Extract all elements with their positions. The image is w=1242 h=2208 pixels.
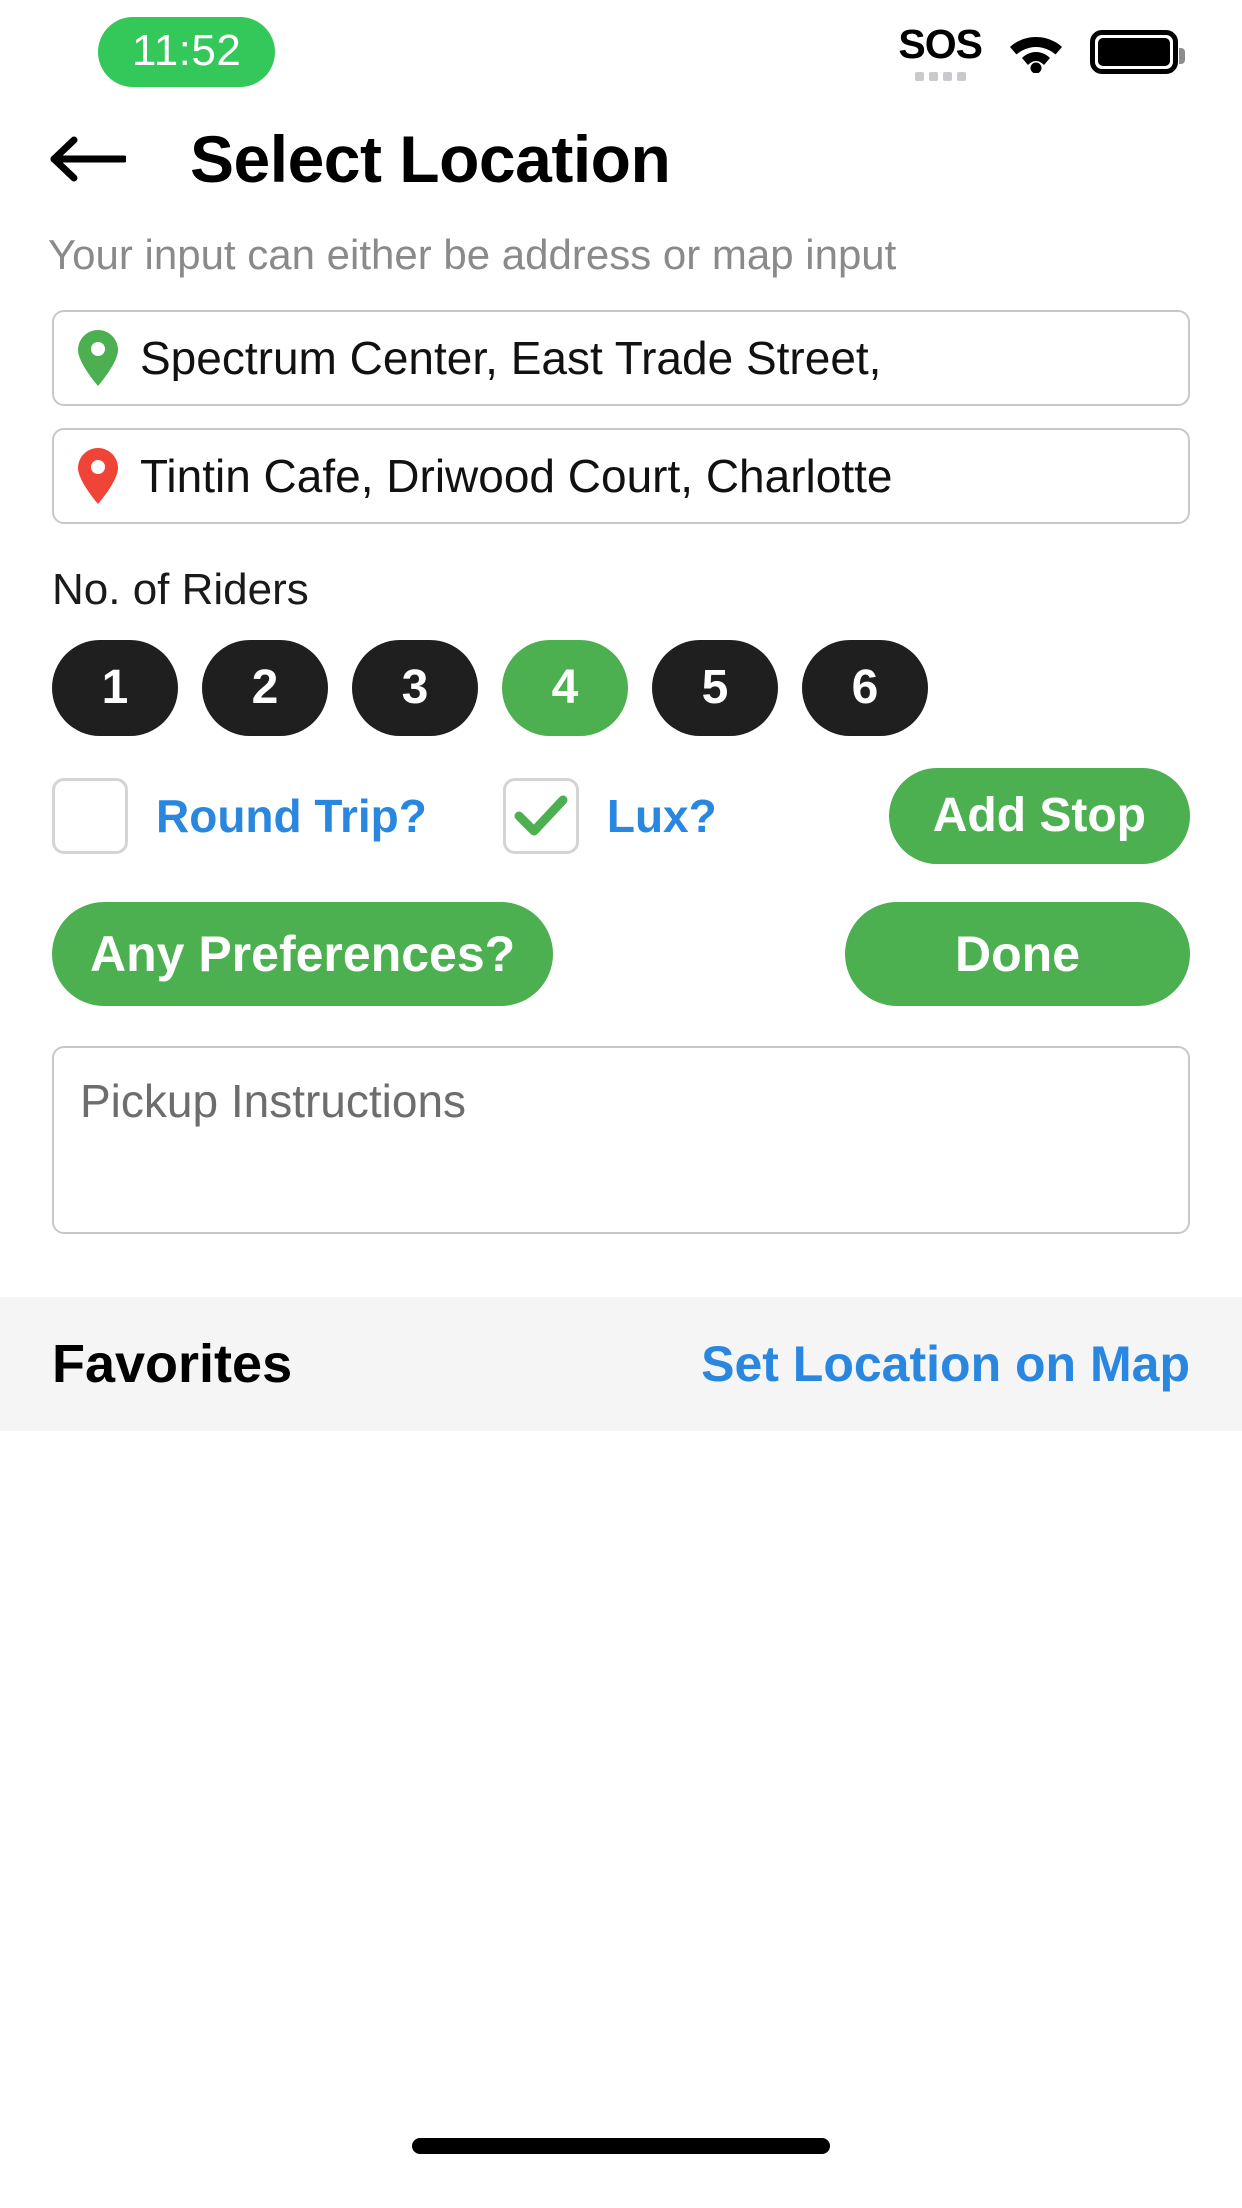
rider-count-3[interactable]: 3 [352,640,478,736]
favorites-title: Favorites [52,1334,293,1394]
rider-count-5[interactable]: 5 [652,640,778,736]
rider-count-4[interactable]: 4 [502,640,628,736]
rider-count-1[interactable]: 1 [52,640,178,736]
home-indicator-bar [0,2116,1242,2208]
lux-label: Lux? [606,790,717,842]
any-preferences-button[interactable]: Any Preferences? [52,902,554,1006]
round-trip-label: Round Trip? [156,790,427,842]
battery-icon [1090,30,1185,74]
back-button[interactable] [46,128,128,190]
status-indicators: SOS [898,20,1185,81]
checkmark-icon [514,795,568,836]
map-pin-icon [78,330,118,386]
favorites-list [0,1431,1242,2116]
drop-location-field[interactable]: Tintin Cafe, Driwood Court, Charlotte [52,428,1190,524]
done-button[interactable]: Done [845,902,1190,1006]
options-row: Round Trip? Lux? Add Stop [0,736,1242,864]
signal-dots-icon [914,71,966,81]
set-location-on-map-link[interactable]: Set Location on Map [701,1339,1190,1389]
app-screen: 11:52 SOS Select Location Your input can… [0,0,1242,2208]
map-pin-icon [78,448,118,504]
pickup-location-value: Spectrum Center, East Trade Street, [140,335,882,381]
sos-icon: SOS [898,20,983,81]
wifi-icon [1010,37,1062,73]
lux-checkbox[interactable] [502,778,579,854]
riders-selector: 1 2 3 4 5 6 [0,612,1242,736]
add-stop-button[interactable]: Add Stop [888,768,1190,864]
pickup-location-field[interactable]: Spectrum Center, East Trade Street, [52,310,1190,406]
sos-label: SOS [898,20,983,67]
pickup-instructions-input[interactable] [52,1046,1190,1234]
lux-toggle[interactable]: Lux? [502,778,717,854]
rider-count-2[interactable]: 2 [202,640,328,736]
rider-count-6[interactable]: 6 [802,640,928,736]
page-header: Select Location [0,104,1242,192]
back-arrow-icon [50,136,126,182]
action-row: Any Preferences? Done [0,864,1242,1006]
round-trip-checkbox[interactable] [52,778,128,854]
status-bar: 11:52 SOS [0,0,1242,104]
favorites-bar: Favorites Set Location on Map [0,1297,1242,1431]
riders-label: No. of Riders [52,565,309,614]
status-time: 11:52 [98,17,276,87]
location-inputs: Spectrum Center, East Trade Street, Tint… [0,276,1242,524]
pickup-instructions-wrap [0,1006,1242,1239]
round-trip-toggle[interactable]: Round Trip? [52,778,427,854]
home-indicator[interactable] [412,2138,830,2154]
page-title: Select Location [190,122,671,196]
drop-location-value: Tintin Cafe, Driwood Court, Charlotte [140,453,893,499]
page-subtitle: Your input can either be address or map … [48,231,897,278]
